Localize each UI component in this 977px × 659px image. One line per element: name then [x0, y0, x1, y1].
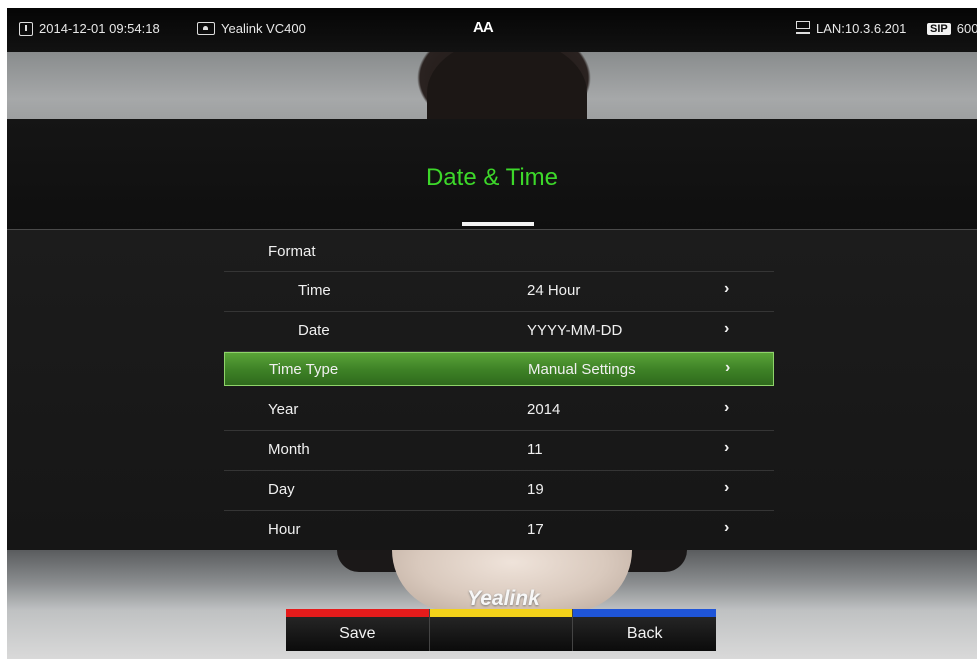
chevron-right-icon: › [724, 320, 730, 337]
page-title: Date & Time [425, 164, 559, 191]
red-key-indicator [286, 609, 429, 617]
menu-item-date-format[interactable]: Date YYYY-MM-DD › [224, 312, 774, 352]
chevron-right-icon: › [724, 280, 730, 297]
menu-item-label: Month [268, 441, 310, 458]
section-label: Format [268, 243, 316, 260]
yellow-key-indicator [429, 609, 573, 617]
menu-item-month[interactable]: Month 11 › [224, 431, 774, 471]
menu-item-label: Hour [268, 521, 301, 538]
menu-item-label: Time Type [269, 361, 339, 378]
device-status: Yealink VC400 [197, 21, 306, 36]
clock-icon [19, 21, 33, 36]
title-underline [462, 222, 534, 226]
menu-item-value: Manual Settings [528, 361, 636, 378]
status-bar: 2014-12-01 09:54:18 Yealink VC400 AA LAN… [7, 8, 977, 52]
menu-item-value: 11 [527, 441, 543, 458]
back-label: Back [626, 625, 663, 642]
network-icon [796, 21, 810, 36]
menu-item-label: Day [268, 481, 295, 498]
menu-item-hour[interactable]: Hour 17 › [224, 511, 774, 550]
sip-account: 600 [956, 21, 977, 36]
menu-item-value: 2014 [527, 401, 561, 418]
menu-item-label: Date [298, 322, 330, 339]
format-header: Format [224, 238, 774, 272]
chevron-right-icon: › [724, 439, 730, 456]
datetime-text: 2014-12-01 09:54:18 [39, 21, 160, 36]
middle-softkey[interactable] [429, 609, 574, 651]
device-name: Yealink VC400 [221, 21, 306, 36]
chevron-right-icon: › [725, 359, 731, 376]
menu-item-label: Year [268, 401, 299, 418]
sip-status: SIP 600 [927, 21, 977, 36]
menu-item-time-type[interactable]: Time Type Manual Settings › [224, 352, 774, 386]
sip-badge: SIP [927, 22, 951, 35]
device-icon [197, 22, 215, 35]
softkey-bar: Save Back [286, 609, 717, 651]
video-screen: 2014-12-01 09:54:18 Yealink VC400 AA LAN… [7, 8, 977, 659]
menu-item-year[interactable]: Year 2014 › [224, 391, 774, 431]
datetime-status: 2014-12-01 09:54:18 [19, 21, 160, 36]
menu-item-value: YYYY-MM-DD [527, 322, 623, 339]
menu-item-day[interactable]: Day 19 › [224, 471, 774, 511]
chevron-right-icon: › [724, 479, 730, 496]
back-button[interactable]: Back [573, 609, 717, 651]
menu-item-value: 24 Hour [527, 282, 581, 299]
menu-item-label: Time [298, 282, 331, 299]
menu-item-time-format[interactable]: Time 24 Hour › [224, 272, 774, 312]
lan-address: LAN:10.3.6.201 [816, 21, 907, 36]
yealink-logo: Yealink [467, 587, 540, 610]
save-label: Save [339, 625, 376, 642]
settings-panel: Date & Time Format Time 24 Hour › Date Y… [7, 119, 977, 550]
divider [7, 229, 977, 230]
chevron-right-icon: › [724, 519, 730, 536]
menu-item-value: 17 [527, 521, 544, 538]
menu-item-value: 19 [527, 481, 544, 498]
blue-key-indicator [573, 609, 717, 617]
chevron-right-icon: › [724, 399, 730, 416]
title-area: Date & Time [7, 119, 977, 229]
font-size-icon[interactable]: AA [473, 19, 494, 36]
lan-status: LAN:10.3.6.201 [796, 21, 906, 36]
save-button[interactable]: Save [286, 609, 430, 651]
settings-menu: Format Time 24 Hour › Date YYYY-MM-DD › … [224, 238, 774, 550]
